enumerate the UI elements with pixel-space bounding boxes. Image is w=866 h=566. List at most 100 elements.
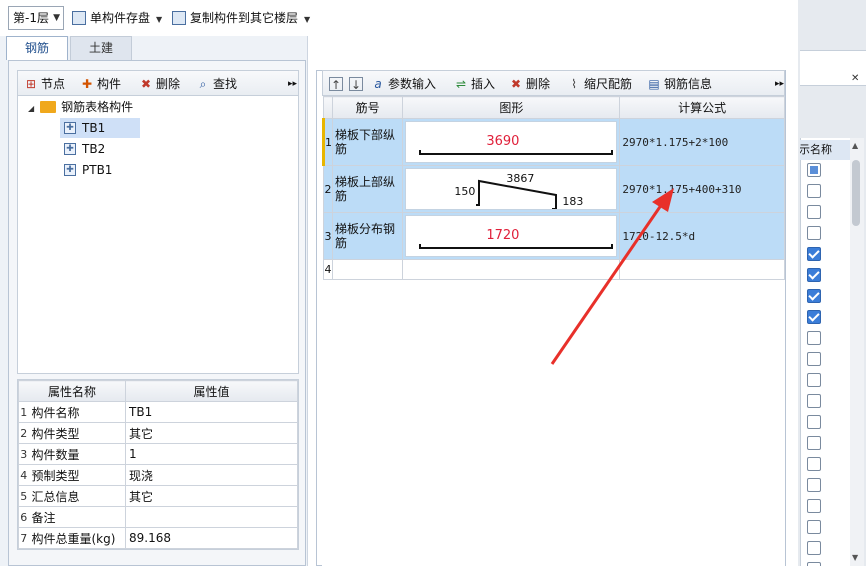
table-row[interactable]: 5 汇总信息 其它 [18, 485, 298, 507]
display-checkbox[interactable] [807, 478, 821, 492]
add-node-button[interactable]: ⊞ 节点 [24, 71, 65, 97]
copy-to-floor-button[interactable]: 复制构件到其它楼层 ▼ [172, 6, 310, 30]
row-number: 2 [323, 165, 333, 213]
prop-value[interactable]: TB1 [125, 401, 298, 423]
tree-item-tb2[interactable]: ✚ TB2 [60, 139, 105, 159]
scroll-up-icon[interactable]: ▲ [852, 141, 858, 150]
floor-select[interactable]: 第-1层 ▼ [8, 6, 64, 30]
scale-rebar-label: 缩尺配筋 [584, 77, 633, 91]
tab-rebar[interactable]: 钢筋 [6, 36, 68, 60]
display-checkbox[interactable] [807, 562, 821, 566]
shape-length-value: 1720 [486, 228, 520, 243]
tree-item-ptb1[interactable]: ✚ PTB1 [60, 160, 112, 180]
single-save-label: 单构件存盘 [90, 11, 151, 25]
component-icon: ✚ [64, 121, 76, 134]
scrollbar-thumb[interactable] [852, 160, 860, 226]
row-number: 3 [323, 212, 333, 260]
shape-cell[interactable]: 3690 [402, 118, 621, 166]
properties-table: 属性名称 属性值 1 构件名称 TB1 2 构件类型 其它 3 构件数量 1 4 预制类型 现浇… [17, 379, 299, 550]
prop-value[interactable] [125, 506, 298, 528]
bar-name[interactable]: 梯板下部纵筋 [331, 118, 404, 166]
display-checkbox[interactable] [807, 163, 821, 177]
table-row[interactable]: 2 构件类型 其它 [18, 422, 298, 444]
add-component-label: 构件 [97, 77, 122, 91]
display-checkbox[interactable] [807, 289, 821, 303]
toolbar-overflow-icon[interactable]: ▸▸ [288, 71, 297, 97]
tree-root-label: 钢筋表格构件 [61, 100, 134, 114]
bar-name[interactable]: 梯板上部纵筋 [331, 165, 404, 213]
close-icon[interactable]: ✕ [851, 73, 859, 84]
insert-label: 插入 [471, 77, 496, 91]
display-checkbox[interactable] [807, 310, 821, 324]
table-row[interactable]: 7 构件总重量(kg) 89.168 [18, 527, 298, 549]
prop-value[interactable]: 89.168 [125, 527, 298, 549]
component-icon: ✚ [81, 76, 93, 91]
tree-item-tb1[interactable]: ✚ TB1 [60, 118, 140, 138]
display-name-header-label: 显示名称 [800, 143, 832, 156]
chevron-down-icon: ▼ [304, 15, 311, 24]
prop-name-header: 属性名称 [18, 380, 126, 402]
prop-value[interactable]: 其它 [125, 485, 298, 507]
display-checkbox[interactable] [807, 352, 821, 366]
move-down-button[interactable]: ↓ [349, 71, 366, 97]
tree-delete-button[interactable]: ✖ 删除 [139, 71, 180, 97]
param-input-button[interactable]: a 参数输入 [371, 71, 436, 97]
formula-cell[interactable]: 2970*1.175+2*100 [619, 118, 785, 166]
prop-value[interactable]: 其它 [125, 422, 298, 444]
param-icon: a [374, 76, 382, 91]
chevron-down-icon: ▼ [156, 15, 163, 24]
delete-icon: ✖ [140, 76, 152, 91]
display-checkbox[interactable] [807, 457, 821, 471]
shape-dim-a: 150 [454, 185, 476, 198]
bar-name[interactable]: 梯板分布钢筋 [331, 212, 404, 260]
display-checkbox[interactable] [807, 184, 821, 198]
find-label: 查找 [213, 77, 238, 91]
tree-root[interactable]: ◢ 钢筋表格构件 [28, 97, 133, 117]
display-checkbox[interactable] [807, 415, 821, 429]
binoculars-icon: ⌕ [199, 76, 207, 91]
folder-icon [40, 100, 57, 113]
component-icon: ✚ [64, 142, 76, 155]
table-row[interactable]: 3 构件数量 1 [18, 443, 298, 465]
floor-select-value: 第-1层 [13, 11, 49, 25]
find-button[interactable]: ⌕ 查找 [196, 71, 237, 97]
prop-name: 备注 [28, 506, 126, 528]
table-row[interactable]: 4 预制类型 现浇 [18, 464, 298, 486]
display-checkbox[interactable] [807, 499, 821, 513]
tab-civil[interactable]: 土建 [70, 36, 132, 60]
display-checkbox[interactable] [807, 268, 821, 282]
scale-rebar-button[interactable]: ⌇ 缩尺配筋 [567, 71, 632, 97]
annotation-arrow [550, 188, 674, 365]
insert-button[interactable]: ⇌ 插入 [454, 71, 495, 97]
scroll-down-icon[interactable]: ▼ [852, 553, 858, 562]
table-row[interactable]: 1 构件名称 TB1 [18, 401, 298, 423]
row-number: 1 [18, 401, 29, 423]
display-checkbox[interactable] [807, 520, 821, 534]
display-checkbox[interactable] [807, 394, 821, 408]
shape-dim-b: 3867 [506, 172, 535, 185]
toolbar-overflow-icon[interactable]: ▸▸ [775, 71, 784, 97]
add-component-button[interactable]: ✚ 构件 [80, 71, 121, 97]
insert-icon: ⇌ [455, 76, 467, 91]
table-row[interactable]: 6 备注 [18, 506, 298, 528]
single-save-button[interactable]: 单构件存盘 ▼ [72, 6, 162, 30]
rebar-info-button[interactable]: ▤ 钢筋信息 [647, 71, 712, 97]
display-checkbox[interactable] [807, 373, 821, 387]
prop-name: 构件类型 [28, 422, 126, 444]
display-checkbox[interactable] [807, 226, 821, 240]
move-up-button[interactable]: ↑ [329, 71, 346, 97]
display-checkbox[interactable] [807, 205, 821, 219]
display-checkbox[interactable] [807, 436, 821, 450]
collapse-icon[interactable]: ◢ [28, 104, 34, 113]
display-checkbox[interactable] [807, 541, 821, 555]
table-row[interactable]: 1 梯板下部纵筋 3690 2970*1.175+2*100 [322, 118, 785, 166]
copy-to-floor-label: 复制构件到其它楼层 [190, 11, 299, 25]
prop-value[interactable]: 现浇 [125, 464, 298, 486]
display-checkbox[interactable] [807, 331, 821, 345]
row-number: 5 [18, 485, 29, 507]
prop-value[interactable]: 1 [125, 443, 298, 465]
bar-name[interactable] [331, 259, 404, 280]
grid-delete-button[interactable]: ✖ 删除 [509, 71, 550, 97]
display-checkbox[interactable] [807, 247, 821, 261]
arrow-up-icon: ↑ [329, 76, 343, 92]
